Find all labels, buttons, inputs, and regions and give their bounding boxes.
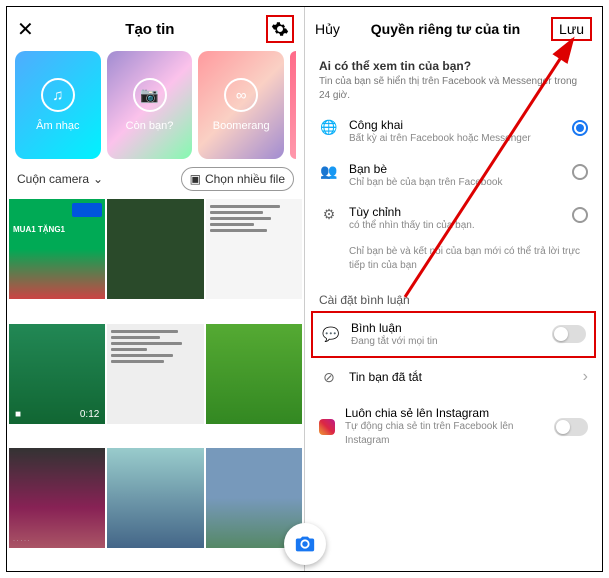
camera-roll-dropdown[interactable]: Cuộn camera ⌄ (17, 172, 103, 186)
media-thumb[interactable]: · · · · · (9, 448, 105, 548)
chevron-right-icon: › (583, 368, 588, 386)
custom-icon: ⚙ (319, 206, 339, 223)
toggle-off[interactable] (552, 325, 586, 343)
chevron-down-icon: ⌄ (93, 172, 103, 186)
page-title: Quyền riêng tư của tin (371, 21, 520, 37)
globe-icon: 🌐 (319, 119, 339, 136)
multi-select-button[interactable]: ▣ Chọn nhiều file (181, 167, 294, 191)
cancel-button[interactable]: Hủy (315, 21, 340, 37)
privacy-note: Chỉ bạn bè và kết nối của bạn mới có thể… (305, 241, 602, 283)
page-title: Tạo tin (34, 21, 266, 38)
media-grid: MUA1 TẶNG1 ■ 0:12 · · · · · (7, 199, 304, 571)
story-card-selfie[interactable]: 📷 Còn bạn? (107, 51, 193, 159)
story-card-music[interactable]: ♫ Âm nhạc (15, 51, 101, 159)
privacy-option-friends[interactable]: 👥 Bạn bè Chỉ bạn bè của bạn trên Faceboo… (305, 154, 602, 198)
video-duration: 0:12 (80, 409, 99, 420)
radio-selected[interactable] (572, 120, 588, 136)
card-label: Âm nhạc (36, 120, 79, 132)
section-sub: Tin của bạn sẽ hiển thị trên Facebook và… (319, 75, 588, 102)
instagram-icon (319, 419, 335, 435)
privacy-panel: Hủy Quyền riêng tư của tin Lưu Ai có thể… (305, 7, 602, 571)
camera-button[interactable] (284, 523, 306, 565)
camera-icon (294, 533, 306, 555)
instagram-share-row[interactable]: Luôn chia sẻ lên Instagram Tự động chia … (305, 396, 602, 457)
video-icon: ■ (15, 409, 21, 420)
media-thumb[interactable]: MUA1 TẶNG1 (9, 199, 105, 299)
multiselect-icon: ▣ (190, 172, 201, 186)
close-icon[interactable]: ✕ (17, 17, 34, 42)
dropdown-label: Cuộn camera (17, 172, 89, 186)
music-icon: ♫ (41, 78, 75, 112)
media-thumb[interactable] (206, 199, 302, 299)
story-card-boomerang[interactable]: ∞ Boomerang (198, 51, 284, 159)
section-heading: Cài đặt bình luận (305, 283, 602, 311)
media-thumb[interactable] (107, 448, 203, 548)
radio[interactable] (572, 164, 588, 180)
friends-icon: 👥 (319, 163, 339, 180)
radio[interactable] (572, 207, 588, 223)
story-card-peek[interactable] (290, 51, 296, 159)
card-label: Còn bạn? (126, 120, 174, 132)
gear-icon (271, 20, 289, 38)
mute-icon: ⊘ (319, 369, 339, 386)
toggle-off[interactable] (554, 418, 588, 436)
media-thumb[interactable] (107, 324, 203, 424)
infinity-icon: ∞ (224, 78, 258, 112)
settings-button[interactable] (266, 15, 294, 43)
create-story-panel: ✕ Tạo tin ♫ Âm nhạc 📷 Còn bạn? ∞ Boomera… (7, 7, 305, 571)
privacy-option-public[interactable]: 🌐 Công khai Bất kỳ ai trên Facebook hoặc… (305, 110, 602, 154)
media-thumb[interactable]: ■ 0:12 (9, 324, 105, 424)
camera-icon: 📷 (133, 78, 167, 112)
comments-row[interactable]: 💬 Bình luận Đang tắt với mọi tin (311, 311, 596, 359)
chip-label: Chọn nhiều file (205, 172, 285, 186)
card-label: Boomerang (213, 120, 270, 132)
media-thumb[interactable] (206, 324, 302, 424)
muted-stories-row[interactable]: ⊘ Tin bạn đã tắt › (305, 358, 602, 396)
media-thumb[interactable] (107, 199, 203, 299)
section-heading: Ai có thể xem tin của bạn? (319, 59, 588, 73)
save-button[interactable]: Lưu (551, 17, 592, 41)
privacy-option-custom[interactable]: ⚙ Tùy chỉnh có thể nhìn thấy tin của bạn… (305, 197, 602, 241)
comment-icon: 💬 (321, 326, 341, 343)
